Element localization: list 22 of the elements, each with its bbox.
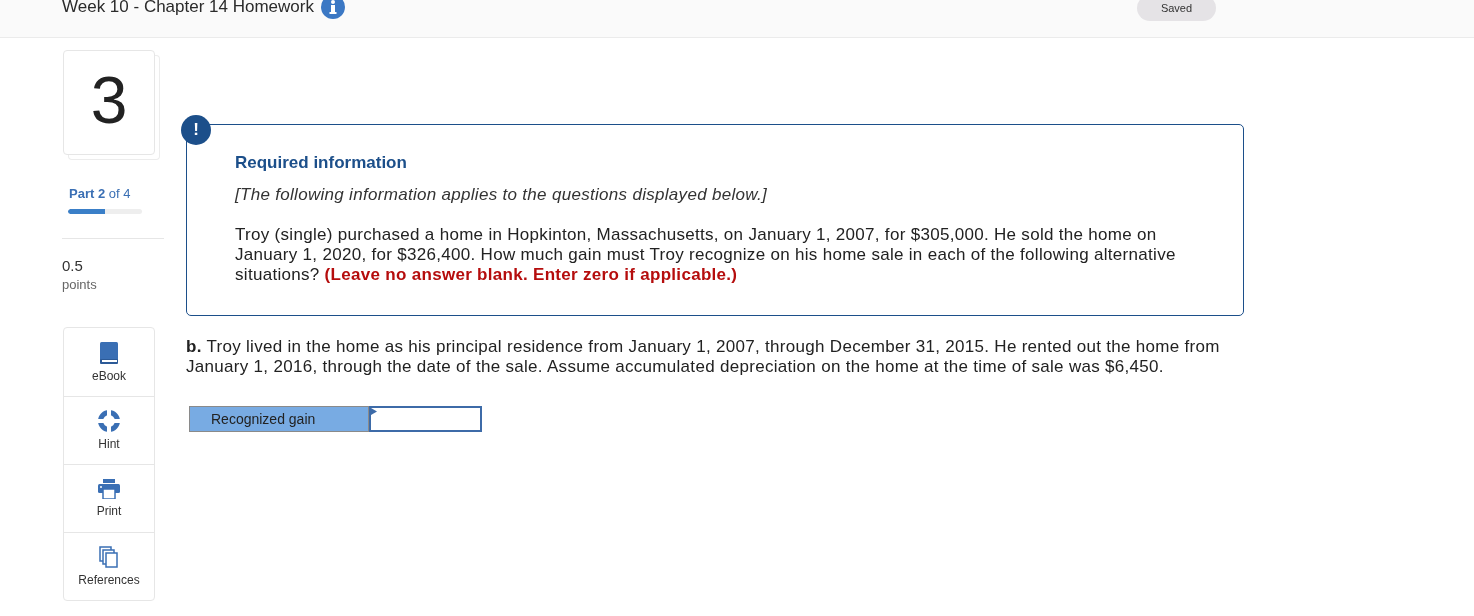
- points-value: 0.5: [62, 258, 84, 274]
- problem-text: Troy (single) purchased a home in Hopkinton, Massachusetts, on January 1, 2007, for $305,000. He sold the home on January 1, 2020, for $326,400. How much gain must Troy recognize on his home sale in each of the following alternative situations? (Leave no answer blank. Enter zero if applicable.): [235, 225, 1177, 285]
- info-icon[interactable]: [320, 0, 345, 19]
- info-note: [The following information applies to the questions displayed below.]: [235, 185, 767, 205]
- answer-label: Recognized gain: [189, 406, 369, 432]
- tool-button[interactable]: Print: [64, 464, 154, 532]
- part-indicator: Part 2 of 4: [69, 187, 132, 201]
- required-info-title: Required information: [235, 153, 407, 173]
- points-label: points: [62, 277, 98, 292]
- tool-button[interactable]: Hint: [64, 396, 154, 464]
- alert-badge: !: [181, 115, 211, 145]
- answer-input[interactable]: [369, 406, 482, 432]
- lifebuoy-icon: [98, 410, 120, 432]
- tool-button[interactable]: References: [64, 532, 154, 600]
- assignment-title: Week 10 - Chapter 14 Homework: [62, 0, 314, 17]
- part-b-text: b. Troy lived in the home as his principal residence from January 1, 2007, through December 31, 2015. He rented out the home from January 1, 2016, through the date of the sale. Assume accumulated depreciation on the home at the time of sale was $6,450.: [186, 337, 1221, 377]
- documents-icon: [99, 546, 119, 568]
- saved-status: Saved: [1137, 0, 1216, 21]
- printer-icon: [98, 479, 120, 499]
- corner-marker-icon: [371, 408, 377, 415]
- book-icon: [99, 341, 119, 364]
- tool-button[interactable]: eBook: [64, 328, 154, 396]
